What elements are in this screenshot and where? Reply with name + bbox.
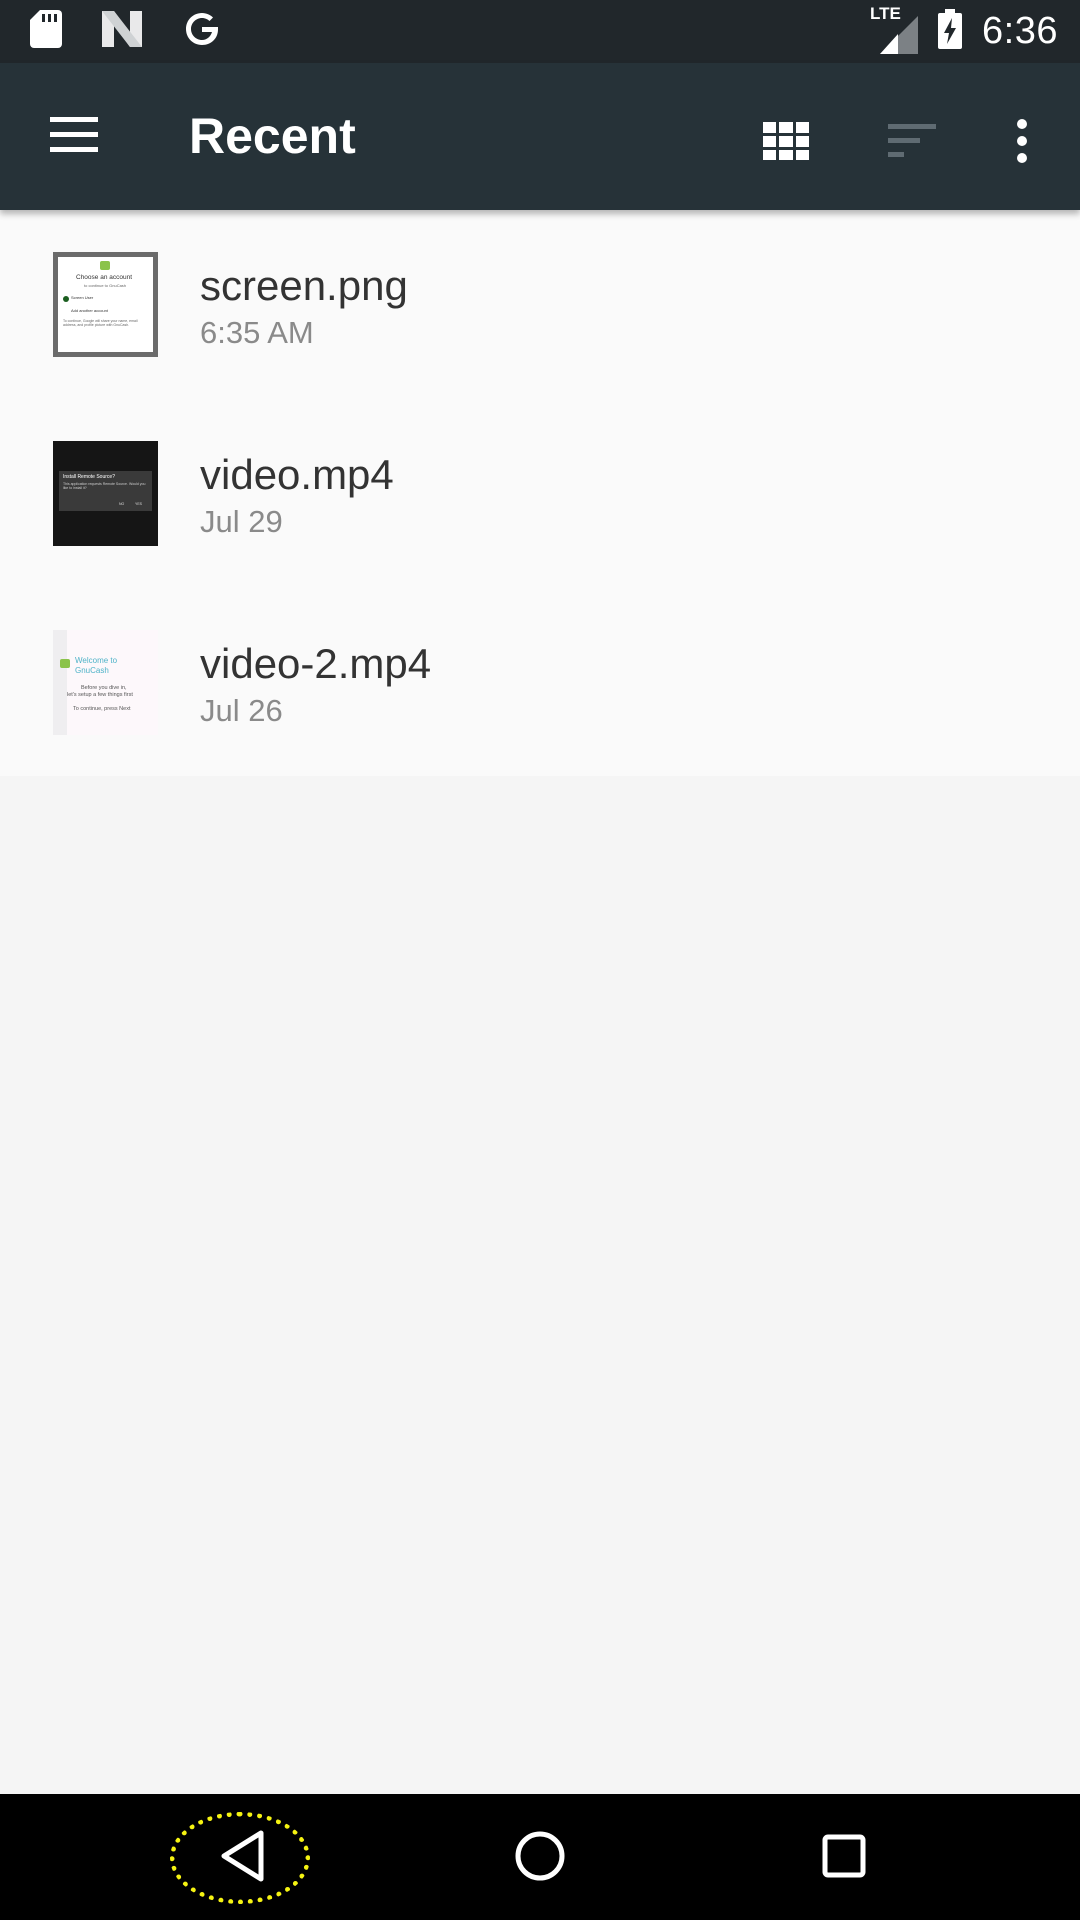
sort-button[interactable] [868,99,956,187]
file-thumbnail: Welcome to GnuCash Before you dive in, l… [53,630,158,735]
thumbnail-text: Choose an account [76,274,133,281]
thumbnail-text: To continue, Google will share your name… [63,319,138,327]
grid-view-button[interactable] [742,99,830,187]
file-thumbnail: Choose an account to continue to GnuCash… [53,252,158,357]
file-name: video-2.mp4 [200,640,432,687]
list-item[interactable]: Choose an account to continue to GnuCash… [0,210,1080,399]
thumbnail-text: NO [119,502,125,506]
navigation-bar [0,1794,1080,1920]
app-logo-icon [60,659,70,668]
menu-icon [50,116,98,158]
back-icon [219,1829,265,1888]
back-button[interactable] [170,1808,314,1908]
google-icon [182,9,222,54]
thumbnail-text: to continue to GnuCash [84,283,127,288]
grid-view-icon [763,121,809,165]
list-item[interactable]: Install Remote Source? This application … [0,399,1080,588]
thumbnail-sidebar [53,630,67,735]
thumbnail-text: Install Remote Source? [63,474,115,480]
file-name: video.mp4 [200,451,394,498]
thumbnail-text: To continue, press Next [73,706,131,712]
thumbnail-text: Screen User [71,295,94,300]
thumbnail-text: Welcome to [75,656,118,665]
file-date: Jul 26 [200,693,283,728]
sort-icon [888,123,936,163]
file-thumbnail: Install Remote Source? This application … [53,441,158,546]
recents-icon [822,1834,866,1883]
file-list: Choose an account to continue to GnuCash… [0,210,1080,776]
more-vert-icon [1016,118,1028,168]
menu-button[interactable] [30,93,118,181]
avatar [63,296,69,302]
more-options-button[interactable] [978,99,1066,187]
thumbnail-text: Add another account [71,308,108,313]
page-title: Recent [189,108,356,164]
app-bar: Recent [0,63,1080,210]
app-logo-icon [100,261,110,270]
recents-button[interactable] [794,1808,894,1908]
thumbnail-dialog: Install Remote Source? This application … [59,471,152,511]
file-date: Jul 29 [200,504,283,539]
file-name: screen.png [200,262,408,309]
list-item[interactable]: Welcome to GnuCash Before you dive in, l… [0,588,1080,777]
thumbnail-text: Before you dive in, [81,685,127,691]
thumbnail-text: YES [135,502,143,506]
n-icon [102,11,142,52]
thumbnail-text: This application requests Remote Source.… [63,482,146,490]
battery-charging-icon [938,9,963,54]
clock: 6:36 [982,10,1058,52]
thumbnail-text: let's setup a few things first [67,692,133,698]
signal-icon: LTE [870,4,919,54]
screen: LTE 6:36 Recent Choose an account to con… [0,0,1080,1920]
status-bar: LTE 6:36 [0,0,1080,63]
thumbnail-text: GnuCash [75,666,109,675]
home-icon [515,1831,565,1886]
file-date: 6:35 AM [200,315,314,350]
sd-card-icon [30,10,62,53]
home-button[interactable] [490,1808,590,1908]
